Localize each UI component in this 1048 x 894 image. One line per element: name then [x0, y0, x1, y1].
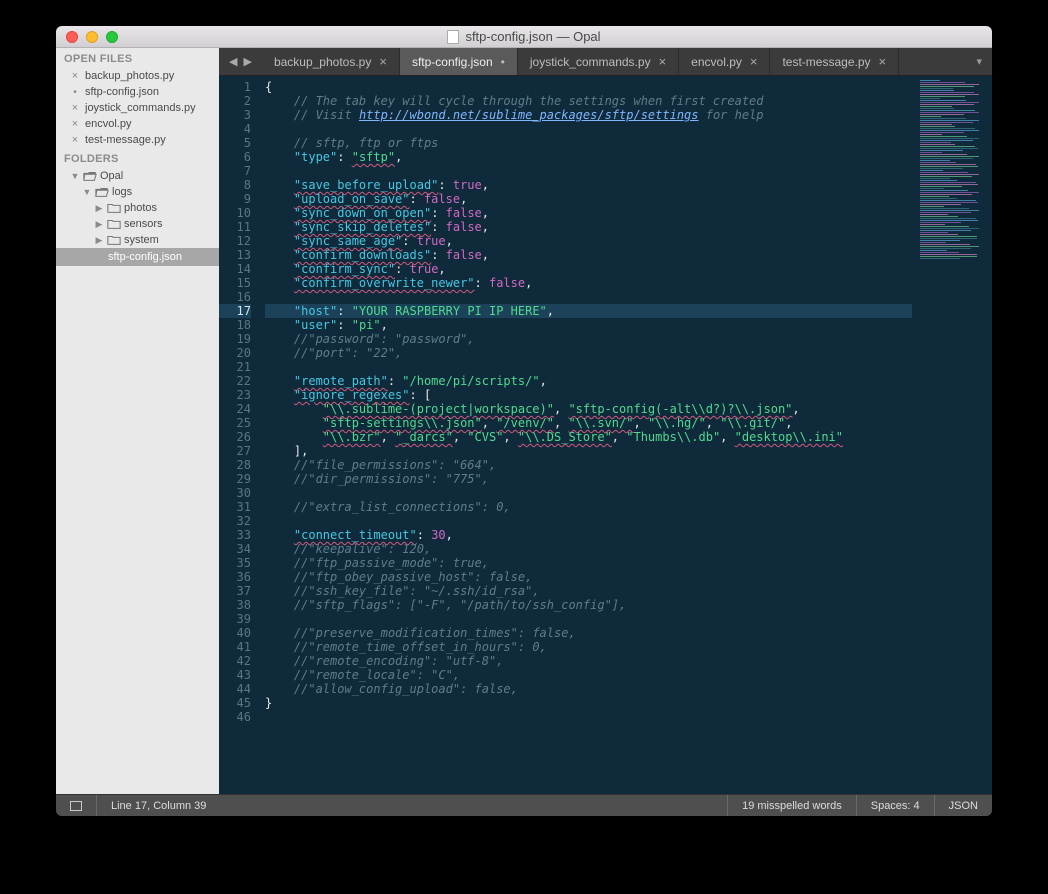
- close-icon[interactable]: ×: [70, 134, 80, 146]
- open-file-item[interactable]: × test-message.py: [56, 132, 219, 148]
- tab-encvol[interactable]: encvol.py ×: [679, 48, 770, 75]
- folder-label: system: [124, 234, 159, 246]
- chevron-down-icon[interactable]: ▼: [70, 171, 80, 181]
- folder-label: logs: [112, 186, 132, 198]
- minimap[interactable]: [912, 76, 992, 794]
- code-content[interactable]: { // The tab key will cycle through the …: [259, 76, 912, 794]
- tab-label: backup_photos.py: [274, 55, 371, 69]
- status-bar: Line 17, Column 39 19 misspelled words S…: [56, 794, 992, 816]
- tab-history-nav: ◀ ▶: [219, 48, 262, 75]
- chevron-right-icon[interactable]: ▶: [94, 219, 104, 230]
- window-controls: [56, 31, 118, 43]
- tab-joystick-commands[interactable]: joystick_commands.py ×: [518, 48, 679, 75]
- chevron-right-icon[interactable]: ▶: [94, 203, 104, 214]
- open-file-name: backup_photos.py: [85, 70, 174, 82]
- open-file-name: test-message.py: [85, 134, 166, 146]
- open-file-name: sftp-config.json: [85, 86, 159, 98]
- nav-back-icon[interactable]: ◀: [229, 55, 237, 68]
- tab-label: encvol.py: [691, 55, 742, 69]
- folder-open-icon: [95, 186, 109, 198]
- folder-icon: [107, 202, 121, 214]
- folder-logs[interactable]: ▼ logs: [56, 184, 219, 200]
- folder-system[interactable]: ▶ system: [56, 232, 219, 248]
- close-icon[interactable]: ×: [750, 54, 758, 69]
- open-file-item[interactable]: × encvol.py: [56, 116, 219, 132]
- window-title: sftp-config.json — Opal: [56, 29, 992, 44]
- open-file-name: joystick_commands.py: [85, 102, 196, 114]
- dirty-dot-icon: •: [70, 87, 80, 98]
- tab-bar: ◀ ▶ backup_photos.py × sftp-config.json …: [219, 48, 992, 76]
- line-number-gutter[interactable]: 1234567891011121314151617181920212223242…: [219, 76, 259, 794]
- folder-root[interactable]: ▼ Opal: [56, 168, 219, 184]
- chevron-right-icon[interactable]: ▶: [94, 235, 104, 246]
- status-cursor-pos[interactable]: Line 17, Column 39: [96, 795, 220, 816]
- close-icon[interactable]: ×: [70, 102, 80, 114]
- panel-toggle-icon: [70, 801, 82, 811]
- tab-overflow[interactable]: ▾: [899, 48, 992, 75]
- folder-sensors[interactable]: ▶ sensors: [56, 216, 219, 232]
- folder-icon: [107, 234, 121, 246]
- tab-backup-photos[interactable]: backup_photos.py ×: [262, 48, 400, 75]
- open-file-item[interactable]: × joystick_commands.py: [56, 100, 219, 116]
- folder-label: sensors: [124, 218, 163, 230]
- open-file-item[interactable]: × backup_photos.py: [56, 68, 219, 84]
- open-files-header: OPEN FILES: [56, 48, 219, 68]
- folder-icon: [107, 218, 121, 230]
- zoom-window[interactable]: [106, 31, 118, 43]
- close-icon[interactable]: ×: [379, 54, 387, 69]
- open-file-name: encvol.py: [85, 118, 131, 130]
- close-icon[interactable]: ×: [70, 70, 80, 82]
- folder-open-icon: [83, 170, 97, 182]
- chevron-down-icon: ▾: [976, 55, 982, 68]
- nav-forward-icon[interactable]: ▶: [243, 55, 251, 68]
- chevron-down-icon[interactable]: ▼: [82, 187, 92, 197]
- folder-label: Opal: [100, 170, 123, 182]
- close-icon[interactable]: ×: [70, 118, 80, 130]
- sidebar: OPEN FILES × backup_photos.py • sftp-con…: [56, 48, 219, 794]
- editor-body: 1234567891011121314151617181920212223242…: [219, 76, 992, 794]
- close-icon[interactable]: ×: [659, 54, 667, 69]
- folders-header: FOLDERS: [56, 148, 219, 168]
- status-left-icon[interactable]: [56, 795, 96, 816]
- folder-label: photos: [124, 202, 157, 214]
- window-title-text: sftp-config.json — Opal: [465, 29, 600, 44]
- editor-area: ◀ ▶ backup_photos.py × sftp-config.json …: [219, 48, 992, 794]
- titlebar[interactable]: sftp-config.json — Opal: [56, 26, 992, 48]
- tab-test-message[interactable]: test-message.py ×: [770, 48, 899, 75]
- status-syntax[interactable]: JSON: [934, 795, 992, 816]
- file-icon: [447, 30, 459, 44]
- dirty-dot-icon: •: [501, 55, 505, 69]
- tab-sftp-config[interactable]: sftp-config.json •: [400, 48, 518, 75]
- status-indent[interactable]: Spaces: 4: [856, 795, 934, 816]
- folder-photos[interactable]: ▶ photos: [56, 200, 219, 216]
- open-file-item[interactable]: • sftp-config.json: [56, 84, 219, 100]
- sidebar-file-name: sftp-config.json: [108, 251, 182, 263]
- tab-label: sftp-config.json: [412, 55, 493, 69]
- close-icon[interactable]: ×: [879, 54, 887, 69]
- status-spell[interactable]: 19 misspelled words: [727, 795, 856, 816]
- tab-label: test-message.py: [782, 55, 870, 69]
- close-window[interactable]: [66, 31, 78, 43]
- editor-window: sftp-config.json — Opal OPEN FILES × bac…: [56, 26, 992, 816]
- tab-label: joystick_commands.py: [530, 55, 651, 69]
- sidebar-file-selected[interactable]: sftp-config.json: [56, 248, 219, 266]
- minimize-window[interactable]: [86, 31, 98, 43]
